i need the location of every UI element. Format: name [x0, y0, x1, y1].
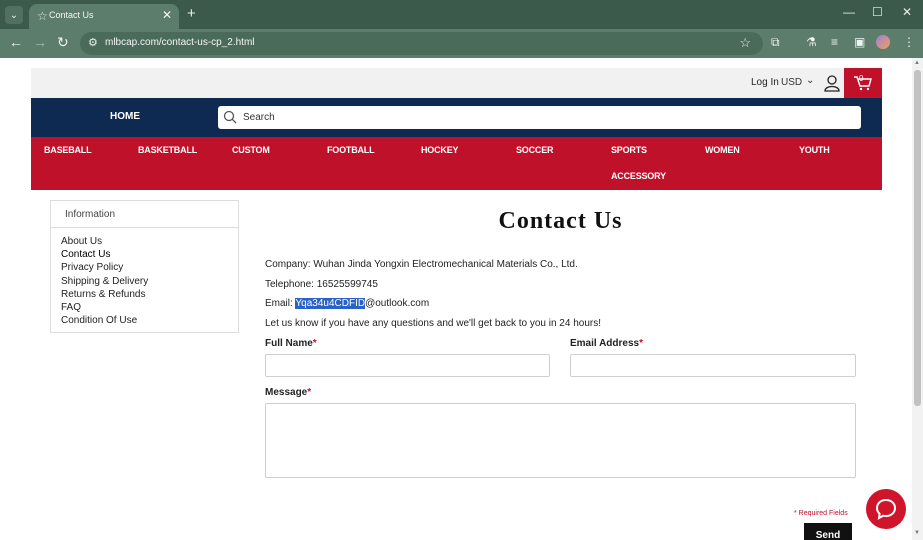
side-panel-icon[interactable]: ▣ — [854, 35, 865, 49]
required-asterisk: * — [307, 387, 312, 398]
full-name-label: Full Name* — [265, 338, 317, 349]
cart-button[interactable]: 0 — [844, 68, 882, 98]
bookmark-star-icon[interactable]: ☆ — [739, 35, 751, 51]
address-bar[interactable]: ⚙ mlbcap.com/contact-us-cp_2.html ☆ — [80, 32, 763, 55]
reload-icon[interactable]: ↻ — [57, 34, 69, 51]
required-asterisk: * — [312, 338, 317, 349]
profile-avatar[interactable] — [876, 35, 890, 49]
labs-flask-icon[interactable]: ⚗ — [806, 35, 817, 49]
sidebar-item-shipping-delivery[interactable]: Shipping & Delivery — [61, 275, 238, 288]
email-label: Email: — [265, 298, 296, 309]
page-title: Contact Us — [498, 208, 623, 234]
window-close-icon[interactable]: ✕ — [902, 5, 912, 19]
tab-search-chevron-icon[interactable]: ⌄ — [5, 6, 23, 24]
search-icon[interactable] — [223, 110, 237, 129]
message-textarea[interactable] — [265, 403, 856, 478]
reading-list-icon[interactable]: ≡ — [831, 35, 838, 49]
sidebar-item-faq[interactable]: FAQ — [61, 301, 238, 314]
nav-category-accessory[interactable]: ACCESSORY — [611, 171, 666, 181]
response-note: Let us know if you have any questions an… — [265, 318, 602, 329]
tab-close-icon[interactable]: ✕ — [162, 8, 172, 22]
minimize-icon[interactable]: — — [843, 5, 855, 19]
chevron-down-icon[interactable]: ⌄ — [806, 75, 814, 86]
browser-menu-icon[interactable]: ⋮ — [903, 35, 915, 49]
email-domain[interactable]: @outlook.com — [365, 298, 429, 309]
email-address-field[interactable] — [570, 354, 856, 377]
new-tab-icon[interactable]: + — [187, 5, 196, 22]
sidebar-item-about-us[interactable]: About Us — [61, 235, 238, 248]
nav-category-basketball[interactable]: BASKETBALL — [138, 145, 197, 155]
nav-category-baseball[interactable]: BASEBALL — [44, 145, 92, 155]
sidebar-item-condition-of-use[interactable]: Condition Of Use — [61, 314, 238, 327]
email-selected-text[interactable]: Yqa34u4CDFID — [295, 298, 366, 309]
company-text: Company: Wuhan Jinda Yongxin Electromech… — [265, 259, 578, 270]
back-icon[interactable]: ← — [9, 34, 23, 50]
cart-count-badge: 0 — [859, 74, 864, 83]
chat-bubble-icon — [875, 498, 897, 520]
url-text[interactable]: mlbcap.com/contact-us-cp_2.html — [105, 37, 255, 48]
scroll-up-arrow-icon[interactable]: ▲ — [914, 60, 920, 66]
login-link[interactable]: Log In — [751, 77, 779, 88]
sidebar-heading: Information — [51, 201, 238, 228]
required-fields-note: * Required Fields — [794, 510, 848, 517]
browser-tab[interactable]: ☆ Contact Us ✕ — [29, 4, 179, 29]
search-input[interactable] — [243, 106, 853, 129]
currency-select[interactable]: USD — [781, 77, 802, 88]
nav-category-hockey[interactable]: HOCKEY — [421, 145, 459, 155]
message-label-text: Message — [265, 387, 308, 398]
live-chat-button[interactable] — [866, 489, 906, 529]
required-asterisk: * — [639, 338, 644, 349]
full-name-label-text: Full Name — [265, 338, 313, 349]
nav-category-sports[interactable]: SPORTS — [611, 145, 647, 155]
sidebar-item-privacy-policy[interactable]: Privacy Policy — [61, 261, 238, 274]
message-label: Message* — [265, 387, 311, 398]
full-name-field[interactable] — [265, 354, 550, 377]
extensions-icon[interactable]: ⧉ — [771, 35, 780, 50]
nav-category-custom[interactable]: CUSTOM — [232, 145, 270, 155]
sidebar-item-contact-us[interactable]: Contact Us — [61, 248, 238, 261]
site-info-icon[interactable]: ⚙ — [88, 36, 98, 49]
search-bar[interactable] — [218, 106, 861, 129]
send-button[interactable]: Send — [804, 523, 852, 540]
telephone-text: Telephone: 16525599745 — [265, 279, 378, 290]
email-address-label: Email Address* — [570, 338, 643, 349]
scroll-down-arrow-icon[interactable]: ▼ — [914, 530, 920, 536]
email-line: Email: Yqa34u4CDFID@outlook.com — [265, 298, 429, 309]
maximize-icon[interactable]: ☐ — [872, 5, 883, 19]
tab-favicon-icon: ☆ — [37, 9, 48, 23]
browser-toolbar: ← → ↻ ⚙ mlbcap.com/contact-us-cp_2.html … — [0, 29, 923, 58]
page-scrollbar[interactable]: ▲ ▼ — [912, 58, 923, 540]
browser-tab-bar: ⌄ ☆ Contact Us ✕ + — ☐ ✕ — [0, 0, 923, 29]
nav-category-youth[interactable]: YOUTH — [799, 145, 830, 155]
tab-title: Contact Us — [49, 10, 94, 20]
nav-category-women[interactable]: WOMEN — [705, 145, 740, 155]
email-address-label-text: Email Address — [570, 338, 640, 349]
sidebar-item-returns-refunds[interactable]: Returns & Refunds — [61, 288, 238, 301]
scrollbar-thumb[interactable] — [914, 70, 921, 406]
information-sidebar: Information About Us Contact Us Privacy … — [50, 200, 239, 333]
page-viewport: Log In USD ⌄ 0 HOME BASEBALL BASKETBALL … — [0, 58, 912, 540]
forward-icon[interactable]: → — [33, 34, 47, 50]
nav-category-soccer[interactable]: SOCCER — [516, 145, 554, 155]
user-account-icon[interactable] — [824, 75, 840, 97]
nav-home-link[interactable]: HOME — [110, 111, 140, 122]
nav-category-football[interactable]: FOOTBALL — [327, 145, 375, 155]
